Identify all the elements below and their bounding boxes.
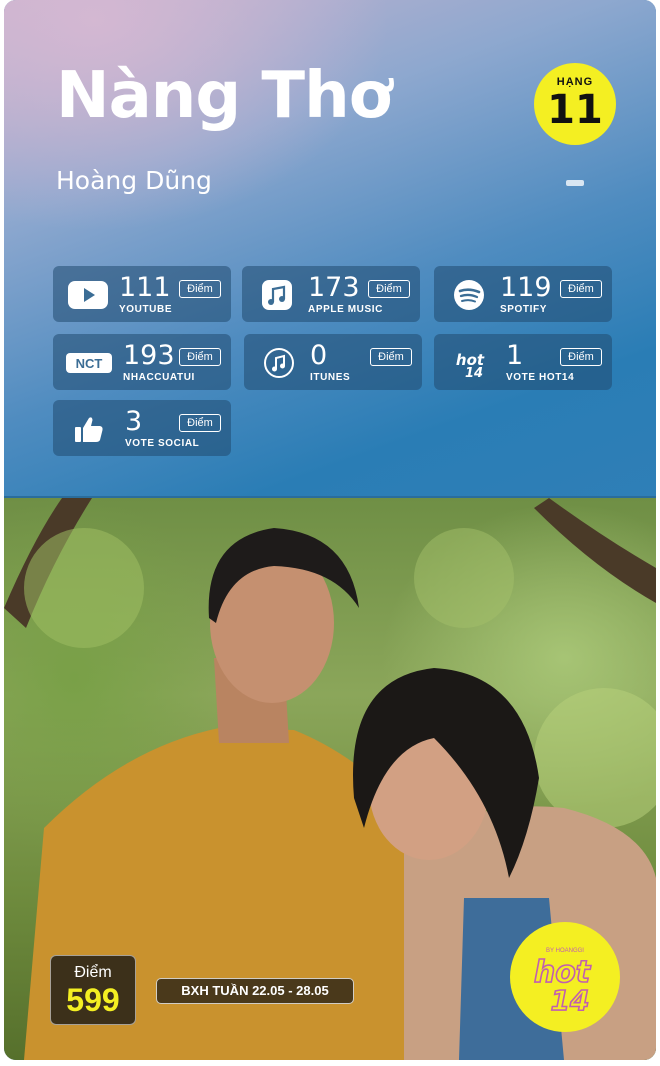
svg-text:NCT: NCT: [76, 356, 103, 371]
svg-text:14: 14: [465, 366, 483, 378]
svg-text:14: 14: [551, 984, 590, 1017]
total-score-box: Điểm 599: [50, 955, 136, 1025]
points-button[interactable]: Điểm: [179, 280, 221, 298]
nct-icon: NCT: [66, 353, 112, 373]
platform-label: VOTE HOT14: [506, 372, 575, 383]
rank-change-indicator: [566, 180, 584, 186]
hot14-logo: BY HOANGGI hot 14: [510, 922, 620, 1032]
hot14-icon: hot 14: [456, 351, 485, 378]
score-label: Điểm: [74, 964, 112, 981]
points-button[interactable]: Điểm: [370, 348, 412, 366]
chart-card: Nàng Thơ Hoàng Dũng HẠNG 11 111 YOUTUBE …: [4, 0, 656, 1060]
rank-value: 11: [547, 87, 603, 133]
platform-value: 193: [123, 340, 175, 371]
platform-label: APPLE MUSIC: [308, 304, 383, 315]
platform-value: 1: [506, 340, 524, 371]
platform-tile-vote-social: 3 VOTE SOCIAL Điểm: [53, 400, 231, 456]
points-button[interactable]: Điểm: [179, 414, 221, 432]
platform-label: SPOTIFY: [500, 304, 547, 315]
apple-music-icon: [262, 280, 292, 310]
song-info-panel: Nàng Thơ Hoàng Dũng HẠNG 11 111 YOUTUBE …: [4, 0, 656, 496]
platform-label: ITUNES: [310, 372, 351, 383]
svg-text:BY HOANGGI: BY HOANGGI: [546, 948, 584, 954]
points-button[interactable]: Điểm: [560, 280, 602, 298]
score-value: 599: [66, 982, 120, 1018]
points-button[interactable]: Điểm: [368, 280, 410, 298]
platform-tile-itunes: 0 ITUNES Điểm: [244, 334, 422, 390]
thumbs-up-icon: [75, 417, 103, 442]
platform-tile-nhaccuatui: NCT 193 NHACCUATUI Điểm: [53, 334, 231, 390]
points-button[interactable]: Điểm: [560, 348, 602, 366]
platform-label: NHACCUATUI: [123, 372, 195, 383]
points-button[interactable]: Điểm: [179, 348, 221, 366]
platform-value: 0: [310, 340, 328, 371]
platform-label: YOUTUBE: [119, 304, 173, 315]
platform-value: 3: [125, 406, 143, 437]
spotify-icon: [454, 280, 484, 310]
platform-tile-spotify: 119 SPOTIFY Điểm: [434, 266, 612, 322]
platform-tile-youtube: 111 YOUTUBE Điểm: [53, 266, 231, 322]
itunes-icon: [264, 348, 294, 378]
hot14-logo-mark: BY HOANGGI hot 14: [533, 948, 593, 1018]
song-title: Nàng Thơ: [56, 59, 393, 133]
week-label: BXH TUẦN 22.05 - 28.05: [156, 978, 354, 1004]
artist-name: Hoàng Dũng: [56, 166, 212, 195]
platform-value: 111: [119, 272, 171, 303]
rank-badge: HẠNG 11: [534, 63, 616, 145]
platform-tile-vote-hot14: hot 14 1 VOTE HOT14 Điểm: [434, 334, 612, 390]
platform-value: 173: [308, 272, 360, 303]
platform-value: 119: [500, 272, 552, 303]
platform-tile-apple-music: 173 APPLE MUSIC Điểm: [242, 266, 420, 322]
youtube-icon: [68, 281, 108, 309]
platform-label: VOTE SOCIAL: [125, 438, 200, 449]
